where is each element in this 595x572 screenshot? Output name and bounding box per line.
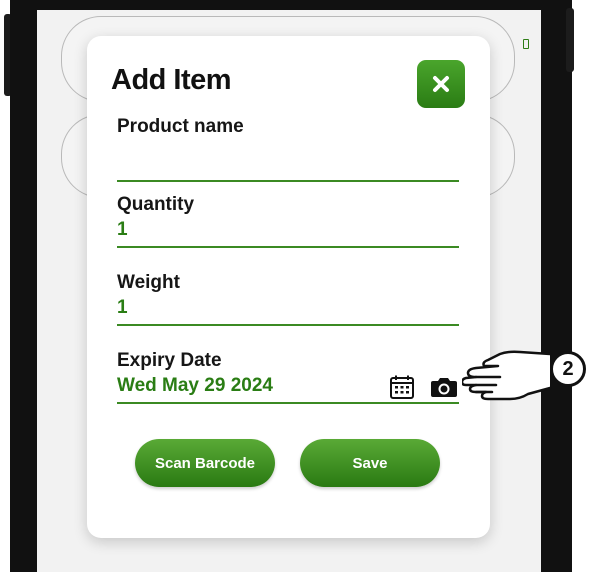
quantity-label: Quantity xyxy=(117,194,195,215)
input-underline xyxy=(117,324,459,326)
calendar-icon[interactable] xyxy=(389,374,415,400)
hand-pointer-icon xyxy=(462,350,552,401)
expiry-date-label: Expiry Date xyxy=(117,350,222,371)
product-name-input[interactable] xyxy=(117,140,459,176)
save-button[interactable]: Save xyxy=(300,439,440,487)
weight-input[interactable]: 1 xyxy=(117,296,459,320)
input-underline xyxy=(117,402,459,404)
product-name-field[interactable]: Product name xyxy=(117,116,459,182)
dialog-title: Add Item xyxy=(111,64,232,96)
weight-field[interactable]: Weight 1 xyxy=(117,272,459,326)
step-badge: 2 xyxy=(550,351,586,387)
scan-barcode-button[interactable]: Scan Barcode xyxy=(135,439,275,487)
input-underline xyxy=(117,246,459,248)
add-item-dialog: Add Item Product name Quantity 1 Weight … xyxy=(87,36,490,538)
product-name-label: Product name xyxy=(117,116,244,137)
close-button[interactable] xyxy=(417,60,465,108)
quantity-field[interactable]: Quantity 1 xyxy=(117,194,459,248)
phone-power-button xyxy=(566,8,574,72)
close-x-icon xyxy=(433,76,449,92)
camera-icon[interactable] xyxy=(430,376,458,398)
weight-label: Weight xyxy=(117,272,180,293)
input-underline xyxy=(117,180,459,182)
quantity-input[interactable]: 1 xyxy=(117,218,459,242)
item-indicator-icon xyxy=(523,39,529,49)
